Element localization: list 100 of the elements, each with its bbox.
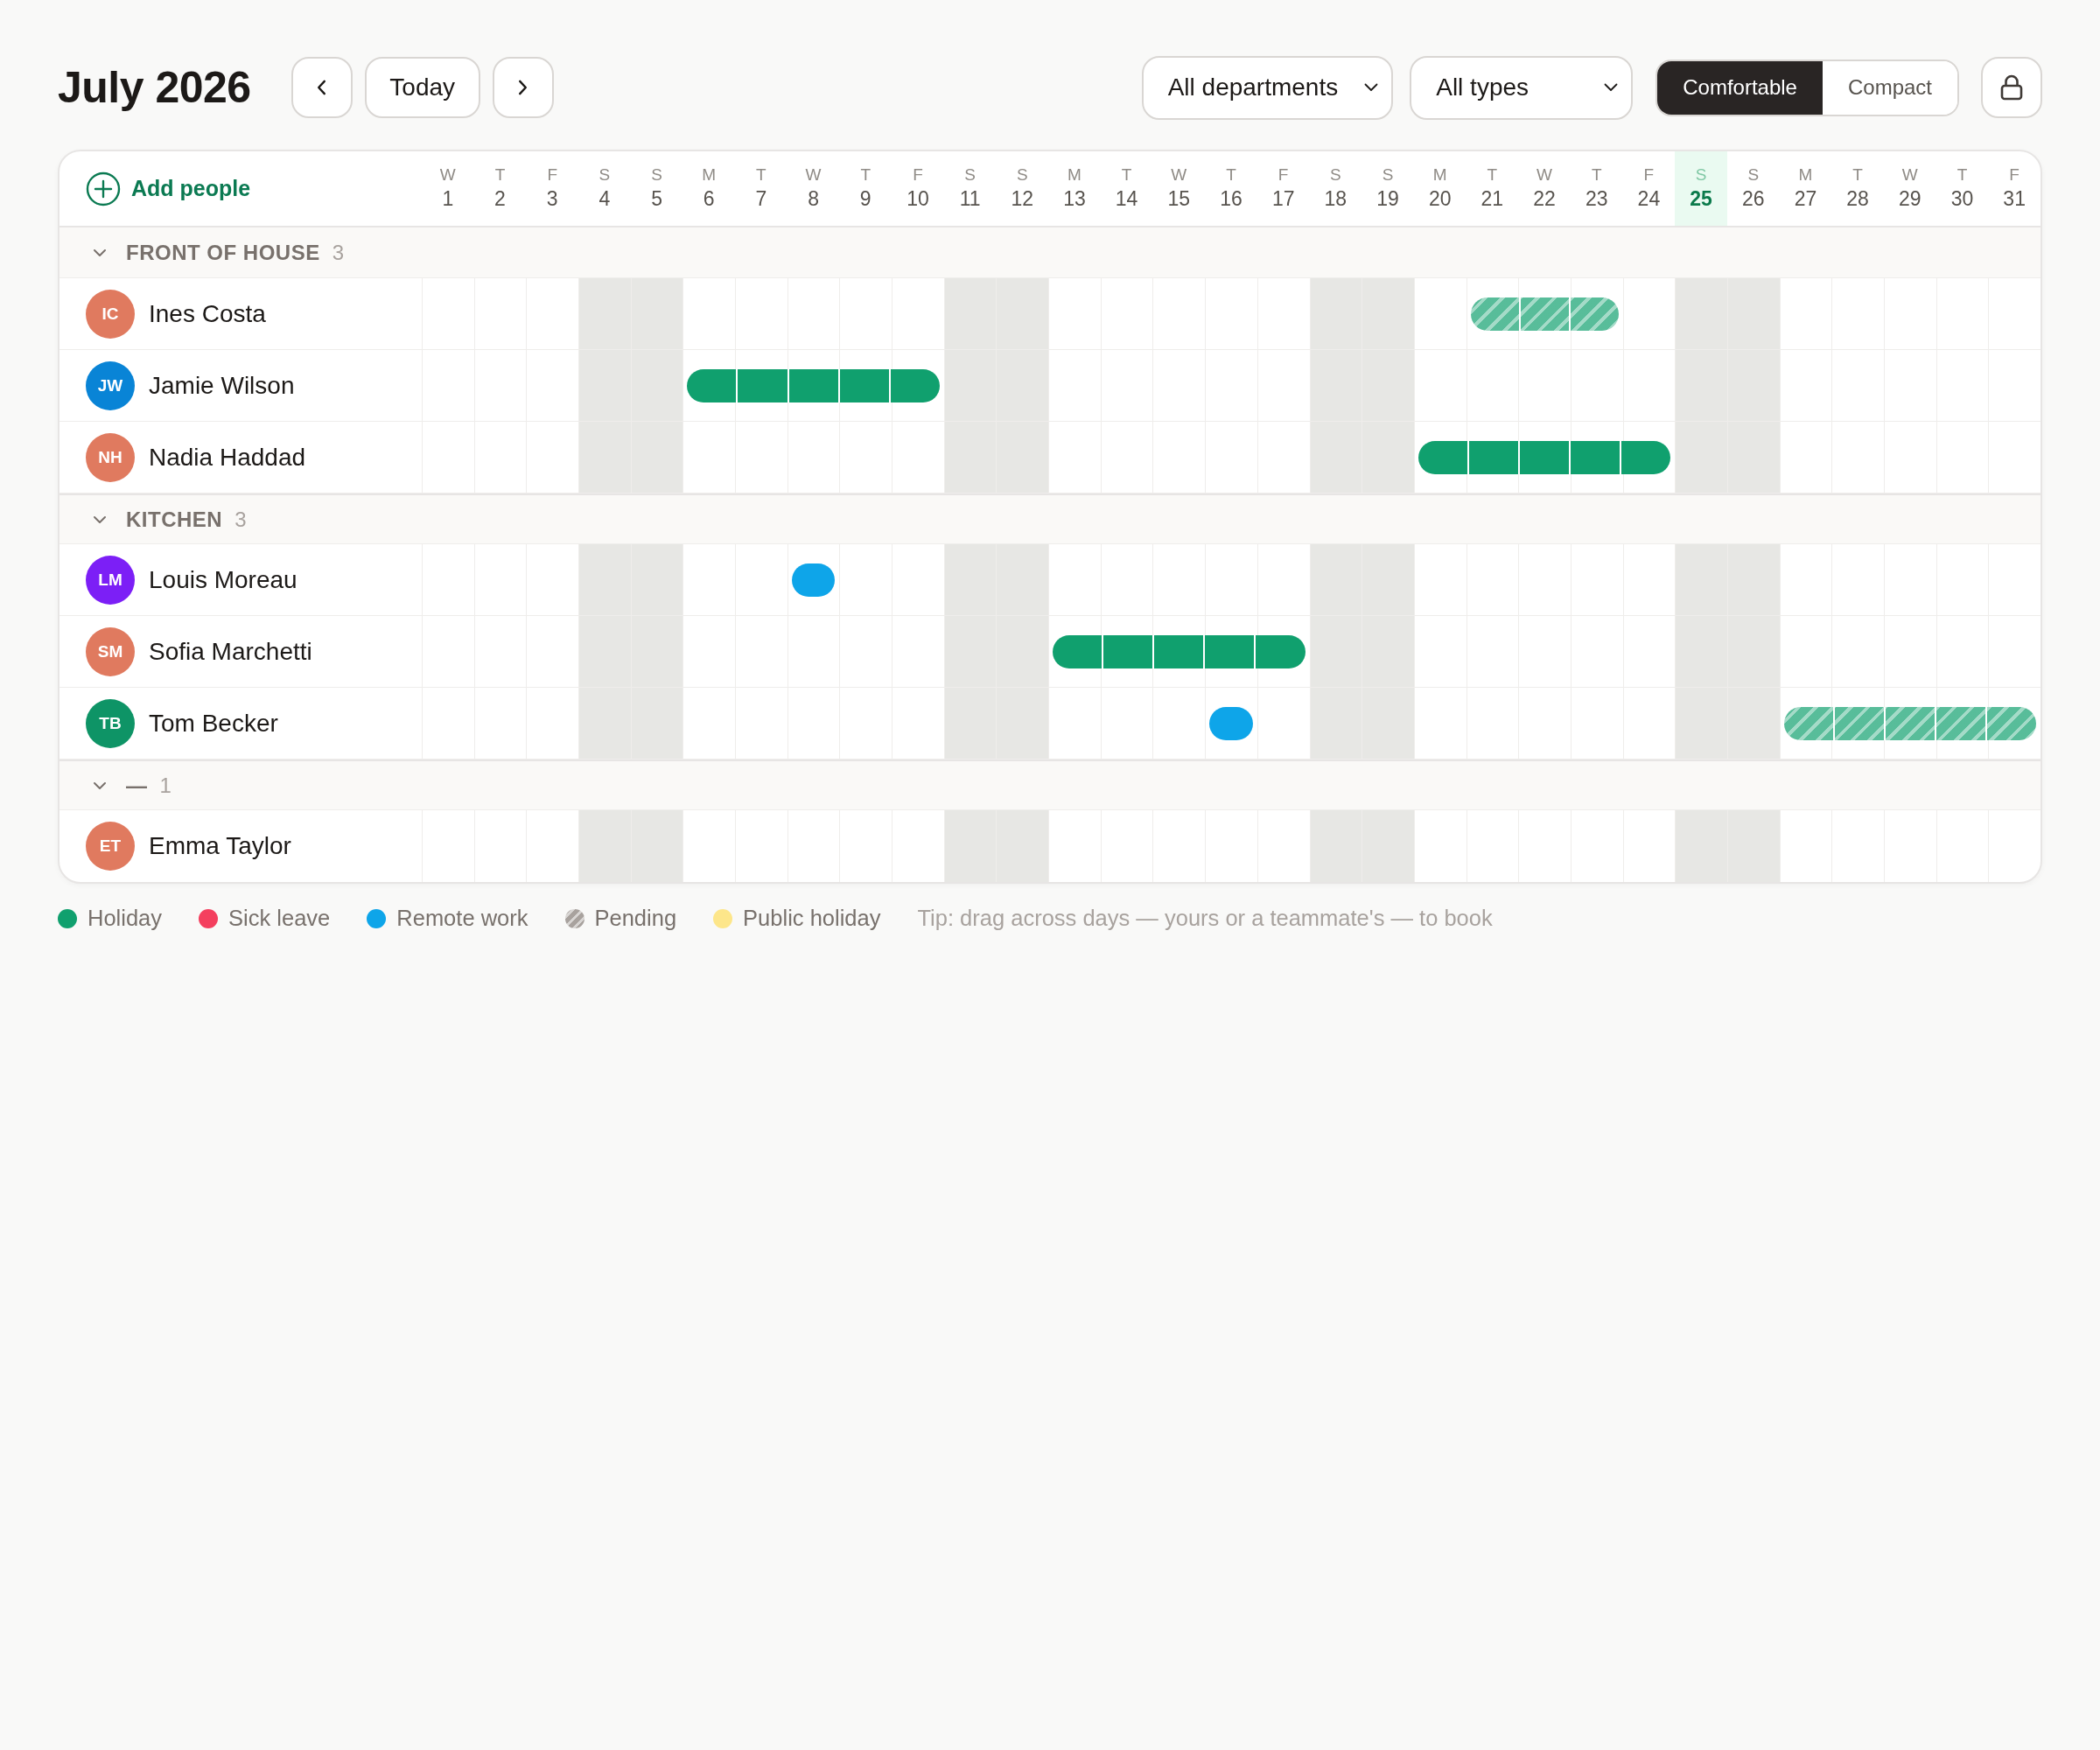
weekday-label: F [1278, 166, 1289, 186]
weekend-cell[interactable] [630, 544, 683, 615]
weekday-label: S [651, 166, 662, 186]
weekend-cell[interactable] [1362, 278, 1414, 349]
avatar: IC [86, 289, 135, 339]
weekend-cell[interactable] [943, 350, 997, 421]
weekday-label: M [1798, 166, 1813, 186]
group-header[interactable]: KITCHEN 3 [60, 494, 2040, 544]
weekend-cell[interactable] [578, 544, 631, 615]
weekend-cell[interactable] [996, 616, 1049, 687]
weekend-cell[interactable] [630, 422, 683, 493]
holiday-bar[interactable] [687, 368, 940, 402]
weekend-cell[interactable] [630, 278, 683, 349]
weekend-cell[interactable] [1726, 688, 1780, 759]
weekend-cell[interactable] [578, 278, 631, 349]
weekend-cell[interactable] [1362, 688, 1414, 759]
remote-work-bar[interactable] [791, 563, 836, 597]
day-number: 19 [1376, 188, 1399, 211]
weekend-cell[interactable] [1362, 544, 1414, 615]
weekend-cell[interactable] [1675, 544, 1727, 615]
weekday-label: F [2009, 166, 2020, 186]
weekend-cell[interactable] [1362, 810, 1414, 882]
weekend-cell[interactable] [578, 616, 631, 687]
weekday-label: S [598, 166, 611, 186]
weekday-label: T [1487, 166, 1498, 186]
density-option[interactable]: Comfortable [1657, 60, 1823, 115]
weekend-cell[interactable] [943, 544, 997, 615]
weekend-cell[interactable] [578, 688, 631, 759]
day-number: 8 [808, 188, 819, 211]
weekend-cell[interactable] [1362, 616, 1414, 687]
weekend-cell[interactable] [996, 810, 1049, 882]
weekend-cell[interactable] [1726, 350, 1780, 421]
day-number: 21 [1480, 188, 1504, 211]
previous-month-button[interactable] [290, 57, 353, 118]
weekend-cell[interactable] [1362, 350, 1414, 421]
weekend-cell[interactable] [578, 422, 631, 493]
day-number: 28 [1846, 188, 1869, 211]
filter-dropdown[interactable]: All departments [1141, 55, 1394, 120]
weekend-cell[interactable] [1362, 422, 1414, 493]
weekend-cell[interactable] [1675, 278, 1727, 349]
weekend-cell[interactable] [996, 350, 1049, 421]
avatar: SM [86, 626, 135, 676]
day-number: 25 [1690, 188, 1712, 211]
weekend-cell[interactable] [630, 688, 683, 759]
weekday-label: W [439, 166, 456, 186]
weekend-cell[interactable] [1675, 810, 1727, 882]
group-count: 3 [332, 240, 345, 265]
lock-button[interactable] [1981, 57, 2042, 118]
weekend-cell[interactable] [1726, 422, 1780, 493]
weekend-cell[interactable] [578, 350, 631, 421]
day-number: 22 [1533, 188, 1556, 211]
weekend-cell[interactable] [1675, 422, 1727, 493]
day-number: 14 [1115, 188, 1138, 211]
weekday-label: T [1226, 166, 1236, 186]
weekend-cell[interactable] [996, 278, 1049, 349]
next-month-button[interactable] [492, 57, 554, 118]
weekend-cell[interactable] [578, 810, 631, 882]
weekday-label: T [860, 166, 872, 186]
group-name: FRONT OF HOUSE [126, 240, 320, 265]
weekend-cell[interactable] [943, 422, 997, 493]
weekend-cell[interactable] [1309, 810, 1362, 882]
weekday-label: T [1121, 166, 1132, 186]
weekend-cell[interactable] [996, 422, 1049, 493]
weekend-cell[interactable] [1309, 278, 1362, 349]
weekend-cell[interactable] [1309, 688, 1362, 759]
weekday-label: S [964, 166, 976, 186]
weekend-cell[interactable] [1726, 544, 1780, 615]
remote-work-bar[interactable] [1209, 706, 1253, 740]
group-header[interactable]: FRONT OF HOUSE 3 [60, 228, 2040, 278]
today-button[interactable]: Today [364, 57, 480, 118]
pending-holiday-bar[interactable] [1783, 706, 2036, 740]
weekend-cell[interactable] [1309, 350, 1362, 421]
holiday-bar[interactable] [1418, 440, 1671, 474]
weekend-cell[interactable] [1726, 616, 1780, 687]
weekend-cell[interactable] [1309, 616, 1362, 687]
weekday-label: W [805, 166, 822, 186]
weekend-cell[interactable] [1675, 688, 1727, 759]
weekday-label: T [1956, 166, 1968, 186]
weekend-cell[interactable] [1675, 616, 1727, 687]
weekend-cell[interactable] [630, 616, 683, 687]
pending-holiday-bar[interactable] [1470, 297, 1619, 331]
weekend-cell[interactable] [630, 810, 683, 882]
weekend-cell[interactable] [1726, 810, 1780, 882]
weekend-cell[interactable] [943, 616, 997, 687]
filter-dropdown[interactable]: All types [1410, 55, 1634, 120]
weekend-cell[interactable] [943, 810, 997, 882]
weekend-cell[interactable] [630, 350, 683, 421]
weekend-cell[interactable] [996, 544, 1049, 615]
weekend-cell[interactable] [1309, 544, 1362, 615]
weekend-cell[interactable] [1726, 278, 1780, 349]
weekend-cell[interactable] [943, 688, 997, 759]
weekend-cell[interactable] [1675, 350, 1727, 421]
group-count: 1 [159, 773, 172, 798]
weekend-cell[interactable] [1309, 422, 1362, 493]
add-people-button[interactable]: Add people [86, 171, 251, 206]
weekend-cell[interactable] [943, 278, 997, 349]
day-number: 31 [2003, 188, 2026, 211]
holiday-bar[interactable] [1053, 634, 1306, 668]
group-header[interactable]: — 1 [60, 760, 2040, 810]
weekend-cell[interactable] [996, 688, 1049, 759]
